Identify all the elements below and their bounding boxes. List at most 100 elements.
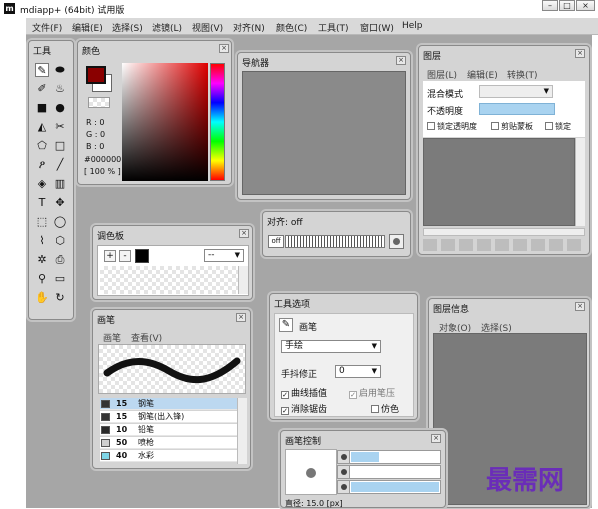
menu-tools[interactable]: 工具(T) <box>318 21 349 34</box>
menu-color[interactable]: 颜色(C) <box>276 21 307 34</box>
foreground-color-swatch[interactable] <box>86 66 106 84</box>
brush-density-slider[interactable] <box>337 465 441 479</box>
menu-view[interactable]: 视图(V) <box>192 21 223 34</box>
draw-mode-select[interactable]: 手绘 ▼ <box>281 340 381 353</box>
ruler-style-buttons[interactable] <box>285 235 385 248</box>
blend-mode-select[interactable]: ▼ <box>479 85 553 98</box>
close-icon[interactable]: × <box>219 44 229 53</box>
brush-stroke-icon <box>103 357 241 384</box>
pressure-checkbox[interactable]: ✓ 启用笔压 <box>349 386 395 399</box>
layer-list-scrollbar[interactable] <box>575 138 585 226</box>
brush-row[interactable]: 15 钢笔 <box>100 398 237 410</box>
dither-checkbox[interactable]: 仿色 <box>371 402 399 415</box>
select-pen-icon[interactable]: ⎙ <box>53 253 67 267</box>
layers-menu-transform[interactable]: 转换(T) <box>507 68 538 81</box>
stabilizer-label: 手抖修正 <box>281 370 318 380</box>
clipping-mask-checkbox[interactable]: 剪贴蒙板 <box>491 121 533 132</box>
navigator-title: 导航器 <box>242 59 270 69</box>
brush-list-scrollbar[interactable] <box>237 398 247 464</box>
antialias-checkbox[interactable]: ✓ 消除锯齿 <box>281 402 327 415</box>
polygon-outline-icon[interactable]: ⬠ <box>35 139 49 153</box>
lock-checkbox[interactable]: 锁定 <box>545 121 571 132</box>
brush-tool-icon[interactable]: ✐ <box>35 82 49 96</box>
brush-menu-view[interactable]: 查看(V) <box>131 331 162 344</box>
line-tool-icon[interactable]: ╱ <box>53 158 67 172</box>
palette-select[interactable]: -- ▼ <box>204 249 244 262</box>
close-window-button[interactable]: × <box>576 0 595 11</box>
layer-opacity-slider[interactable] <box>479 103 555 115</box>
fill-tool-icon[interactable]: ♨ <box>53 82 67 96</box>
pen-tool-icon[interactable]: ✎ <box>35 63 49 77</box>
rect-outline-icon[interactable]: □ <box>53 139 67 153</box>
current-tool-name: 画笔 <box>299 323 318 333</box>
hue-slider[interactable] <box>210 63 225 181</box>
red-value: R : 0 <box>86 118 105 127</box>
menu-file[interactable]: 文件(F) <box>32 21 62 34</box>
polygon-lasso-icon[interactable]: ⬡ <box>53 234 67 248</box>
eyedropper-icon[interactable]: ⚲ <box>35 272 49 286</box>
menu-filter[interactable]: 滤镜(L) <box>152 21 182 34</box>
polygon-shape-icon[interactable]: ◭ <box>35 120 49 134</box>
remove-color-button[interactable]: - <box>119 250 131 262</box>
brush-size-slider[interactable] <box>337 450 441 464</box>
rotate-hand-icon[interactable]: ↻ <box>53 291 67 305</box>
layers-menu-edit[interactable]: 编辑(E) <box>467 68 498 81</box>
brush-row[interactable]: 15 钢笔(出入锋) <box>100 411 237 423</box>
layer-toolbar[interactable] <box>423 239 585 251</box>
move-tool-icon[interactable]: ✥ <box>53 196 67 210</box>
ruler-icon[interactable]: ▭ <box>53 272 67 286</box>
close-icon[interactable]: × <box>239 229 249 238</box>
brush-diameter: 直径: 15.0 [px] <box>285 499 343 508</box>
menu-select[interactable]: 选择(S) <box>112 21 143 34</box>
stabilizer-select[interactable]: 0 ▼ <box>335 365 381 378</box>
curve-interp-checkbox[interactable]: ✓ 曲线插值 <box>281 386 327 399</box>
close-icon[interactable]: × <box>431 434 441 443</box>
transparent-swatch[interactable] <box>88 97 110 108</box>
brush-opacity-slider[interactable] <box>337 480 441 494</box>
menu-window[interactable]: 窗口(W) <box>360 21 394 34</box>
palette-panel: 调色板 × + - -- ▼ <box>92 225 253 300</box>
tools-panel-title: 工具 <box>33 47 52 57</box>
menu-edit[interactable]: 编辑(E) <box>72 21 103 34</box>
close-icon[interactable]: × <box>575 302 585 311</box>
brush-row[interactable]: 40 水彩 <box>100 450 237 462</box>
layers-menu-layer[interactable]: 图层(L) <box>427 68 457 81</box>
rect-select-icon[interactable]: ⬚ <box>35 215 49 229</box>
layer-list[interactable] <box>423 138 575 226</box>
add-color-button[interactable]: + <box>104 250 116 262</box>
ellipse-shape-icon[interactable]: ● <box>53 101 67 115</box>
saturation-value-picker[interactable] <box>122 63 208 181</box>
scissors-icon[interactable]: ✂ <box>53 120 67 134</box>
app-logo-icon: m <box>4 3 15 14</box>
palette-scrollbar[interactable] <box>238 266 248 294</box>
bezier-pen-icon[interactable]: ዖ <box>35 158 49 172</box>
bucket-icon[interactable]: ◈ <box>35 177 49 191</box>
align-off-button[interactable]: off <box>268 235 284 248</box>
navigator-preview[interactable] <box>242 71 406 195</box>
text-tool-icon[interactable]: T <box>35 196 49 210</box>
hand-tool-icon[interactable]: ✋ <box>35 291 49 305</box>
lock-alpha-checkbox[interactable]: 锁定透明度 <box>427 121 477 132</box>
brush-row[interactable]: 50 喷枪 <box>100 437 237 449</box>
ellipse-select-icon[interactable]: ◯ <box>53 215 67 229</box>
close-icon[interactable]: × <box>396 56 406 65</box>
rect-shape-icon[interactable]: ■ <box>35 101 49 115</box>
layer-info-title: 图层信息 <box>433 305 470 315</box>
palette-swatch-area[interactable] <box>100 266 238 294</box>
menu-help[interactable]: Help <box>402 21 423 31</box>
close-icon[interactable]: × <box>236 313 246 322</box>
close-icon[interactable]: × <box>575 49 585 58</box>
menu-align[interactable]: 对齐(N) <box>233 21 265 34</box>
gradient-icon[interactable]: ▥ <box>53 177 67 191</box>
lasso-select-icon[interactable]: ⌇ <box>35 234 49 248</box>
minimize-button[interactable]: – <box>542 0 558 11</box>
maximize-button[interactable]: □ <box>559 0 575 11</box>
brush-menu-brush[interactable]: 画笔 <box>103 331 121 344</box>
brush-row[interactable]: 10 铅笔 <box>100 424 237 436</box>
layer-horizontal-scrollbar[interactable] <box>423 228 585 236</box>
magic-wand-icon[interactable]: ✲ <box>35 253 49 267</box>
brush-dot-icon <box>306 468 316 478</box>
eraser-tool-icon[interactable]: ⬬ <box>53 63 67 77</box>
align-settings-button[interactable] <box>389 234 404 249</box>
palette-color-swatch[interactable] <box>135 249 149 263</box>
